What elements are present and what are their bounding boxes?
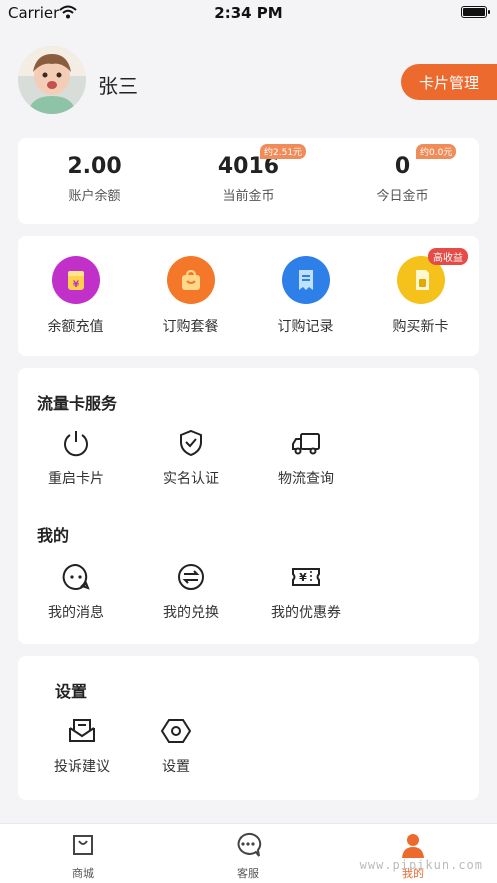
svg-text:¥: ¥ [299, 571, 307, 584]
watermark: www.pipikun.com [359, 858, 483, 872]
stat-current-coins[interactable]: 4016 当前金币 [172, 154, 325, 204]
power-icon [59, 426, 93, 460]
tab-customer-service[interactable]: 客服 [198, 832, 298, 881]
shopping-bag-icon [166, 256, 215, 304]
stat-balance[interactable]: 2.00 账户余额 [18, 154, 171, 204]
stat-today-coins[interactable]: 0 今日金币 [326, 154, 479, 204]
tab-mine[interactable]: 我的 [363, 832, 463, 881]
shield-check-icon [174, 426, 208, 460]
quick-action-label: 订购记录 [277, 319, 334, 335]
exchange-icon [174, 560, 208, 594]
mail-icon [65, 714, 99, 748]
quick-action-label: 订购套餐 [162, 319, 219, 335]
tab-label: 客服 [237, 867, 259, 880]
mine-label: 我的兑换 [163, 605, 219, 621]
mine-label: 我的消息 [48, 605, 104, 621]
quick-action-label: 购买新卡 [392, 319, 449, 335]
wallet-icon: ¥ [51, 256, 100, 304]
my-coupons-button[interactable]: ¥ 我的优惠券 [256, 560, 356, 622]
my-messages-button[interactable]: 我的消息 [26, 560, 126, 622]
services-title: 流量卡服务 [37, 394, 118, 413]
feedback-button[interactable]: 投诉建议 [32, 714, 132, 776]
battery-icon [461, 6, 490, 18]
logistics-query-button[interactable]: 物流查询 [256, 426, 356, 488]
stat-label: 账户余额 [68, 189, 121, 204]
receipt-icon [281, 256, 330, 304]
stat-value: 0 [394, 154, 411, 179]
stat-value: 2.00 [67, 154, 122, 179]
high-yield-badge: 高收益 [428, 248, 468, 265]
coupon-icon: ¥ [289, 560, 323, 594]
buy-new-card-button[interactable]: 购买新卡 高收益 [363, 248, 478, 336]
restart-card-button[interactable]: 重启卡片 [26, 426, 126, 488]
real-name-auth-button[interactable]: 实名认证 [141, 426, 241, 488]
chat-icon [198, 832, 298, 862]
username: 张三 [98, 74, 138, 98]
settings-label: 投诉建议 [54, 759, 110, 775]
message-icon [59, 560, 93, 594]
settings-title: 设置 [55, 682, 88, 701]
coin-value-badge: 约2.51元 [260, 144, 307, 159]
service-label: 重启卡片 [48, 471, 104, 487]
service-label: 实名认证 [163, 471, 219, 487]
card-manage-button[interactable]: 卡片管理 [401, 64, 497, 100]
my-exchange-button[interactable]: 我的兑换 [141, 560, 241, 622]
order-plan-button[interactable]: 订购套餐 [133, 256, 248, 336]
stats-panel: 2.00 账户余额 4016 当前金币 约2.51元 0 今日金币 约0.0元 [18, 138, 479, 224]
settings-icon [159, 714, 193, 748]
clock: 2:34 PM [214, 4, 283, 22]
tab-label: 商城 [72, 867, 94, 880]
settings-label: 设置 [162, 759, 190, 775]
mine-label: 我的优惠券 [271, 605, 341, 621]
svg-text:¥: ¥ [72, 280, 79, 290]
status-bar: Carrier 2:34 PM [0, 0, 497, 26]
avatar[interactable] [18, 46, 86, 114]
today-coin-value-badge: 约0.0元 [416, 144, 457, 159]
service-label: 物流查询 [278, 471, 334, 487]
settings-button[interactable]: 设置 [126, 714, 226, 776]
stat-label: 今日金币 [376, 189, 429, 204]
recharge-button[interactable]: ¥ 余额充值 [18, 256, 133, 336]
mine-title: 我的 [37, 526, 70, 545]
order-records-button[interactable]: 订购记录 [248, 256, 363, 336]
tab-shop[interactable]: 商城 [33, 832, 133, 881]
shop-icon [33, 832, 133, 862]
quick-action-label: 余额充值 [47, 319, 104, 335]
settings-panel: 设置 投诉建议 设置 [18, 656, 479, 800]
stat-label: 当前金币 [222, 189, 275, 204]
services-panel: 流量卡服务 重启卡片 实名认证 物流查询 我的 我的消息 我的兑换 ¥ 我的优惠… [18, 368, 479, 644]
tab-bar: 商城 客服 我的 [0, 823, 497, 883]
quick-actions-panel: ¥ 余额充值 订购套餐 订购记录 购买新卡 高收益 [18, 236, 479, 356]
truck-icon [289, 426, 323, 460]
